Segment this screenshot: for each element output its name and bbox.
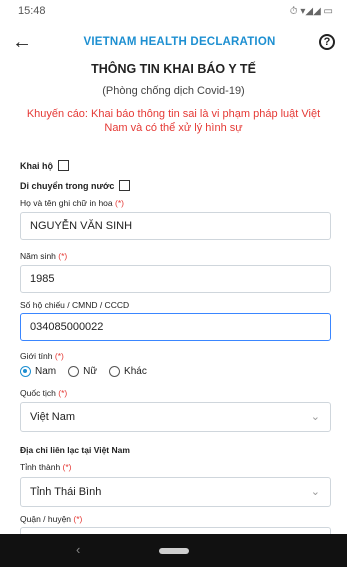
gender-option-nu[interactable]: Nữ <box>68 366 97 377</box>
birth-year-label: Năm sinh (*) <box>20 251 68 261</box>
chevron-down-icon: ⌄ <box>310 486 320 498</box>
domestic-travel-checkbox[interactable] <box>119 180 131 191</box>
gender-option-nam[interactable]: Nam <box>20 366 56 377</box>
back-arrow-icon[interactable]: ← <box>12 31 40 54</box>
status-bar: 15:48 ⏱ ▾◢◢ ▭ <box>0 0 347 22</box>
gender-radio-group: Nam Nữ Khác <box>20 366 159 377</box>
birth-year-input[interactable]: 1985 <box>20 265 331 293</box>
fullname-label: Họ và tên ghi chữ in hoa (*) <box>20 198 124 208</box>
id-number-value: 034085000022 <box>30 321 104 333</box>
help-icon[interactable]: ? <box>319 34 335 50</box>
nationality-value: Việt Nam <box>30 411 76 423</box>
district-label: Quận / huyện (*) <box>20 514 83 524</box>
required-marker: (*) <box>115 198 124 208</box>
declare-for-others-label: Khai hộ <box>20 160 53 171</box>
radio-button[interactable] <box>68 366 80 377</box>
chevron-down-icon: ⌄ <box>310 411 320 423</box>
province-select[interactable]: Tỉnh Thái Bình ⌄ <box>20 477 331 507</box>
id-number-label: Số hộ chiếu / CMND / CCCD <box>20 300 130 310</box>
status-time: 15:48 <box>18 5 46 17</box>
contact-section-title: Địa chỉ liên lạc tại Việt Nam <box>20 445 130 455</box>
nationality-label: Quốc tịch (*) <box>20 388 68 398</box>
required-marker: (*) <box>58 388 68 398</box>
radio-button-selected[interactable] <box>20 366 31 377</box>
declare-for-others-checkbox[interactable] <box>58 160 69 171</box>
declare-for-others-row[interactable]: Khai hộ <box>20 160 69 171</box>
birth-year-value: 1985 <box>30 273 55 285</box>
app-bar: ← VIETNAM HEALTH DECLARATION ? <box>0 22 347 62</box>
form-title: THÔNG TIN KHAI BÁO Y TẾ <box>91 62 256 76</box>
system-nav-bar: ‹ <box>0 534 347 567</box>
fullname-value: NGUYỄN VĂN SINH <box>30 220 133 232</box>
district-select[interactable] <box>20 527 331 534</box>
id-number-input[interactable]: 034085000022 <box>20 313 331 341</box>
province-value: Tỉnh Thái Bình <box>30 486 102 498</box>
app-title: VIETNAM HEALTH DECLARATION <box>83 36 276 48</box>
required-marker: (*) <box>54 351 64 361</box>
required-marker: (*) <box>62 462 72 472</box>
fullname-input[interactable]: NGUYỄN VĂN SINH <box>20 212 331 240</box>
required-marker: (*) <box>73 514 83 524</box>
gender-option-khac[interactable]: Khác <box>109 366 147 377</box>
nationality-select[interactable]: Việt Nam ⌄ <box>20 402 331 432</box>
legal-warning: Khuyến cáo: Khai báo thông tin sai là vi… <box>26 108 321 134</box>
nav-back-icon[interactable]: ‹ <box>76 542 80 557</box>
radio-button[interactable] <box>109 366 121 377</box>
home-pill-icon[interactable] <box>158 547 189 554</box>
domestic-travel-label: Di chuyển trong nước <box>20 180 115 191</box>
domestic-travel-row[interactable]: Di chuyển trong nước <box>20 180 131 191</box>
province-label: Tỉnh thành (*) <box>20 462 72 472</box>
form-subtitle: (Phòng chống dịch Covid-19) <box>102 85 245 97</box>
required-marker: (*) <box>58 251 68 261</box>
status-icons: ⏱ ▾◢◢ ▭ <box>289 5 333 17</box>
gender-label: Giới tính (*) <box>20 351 64 361</box>
